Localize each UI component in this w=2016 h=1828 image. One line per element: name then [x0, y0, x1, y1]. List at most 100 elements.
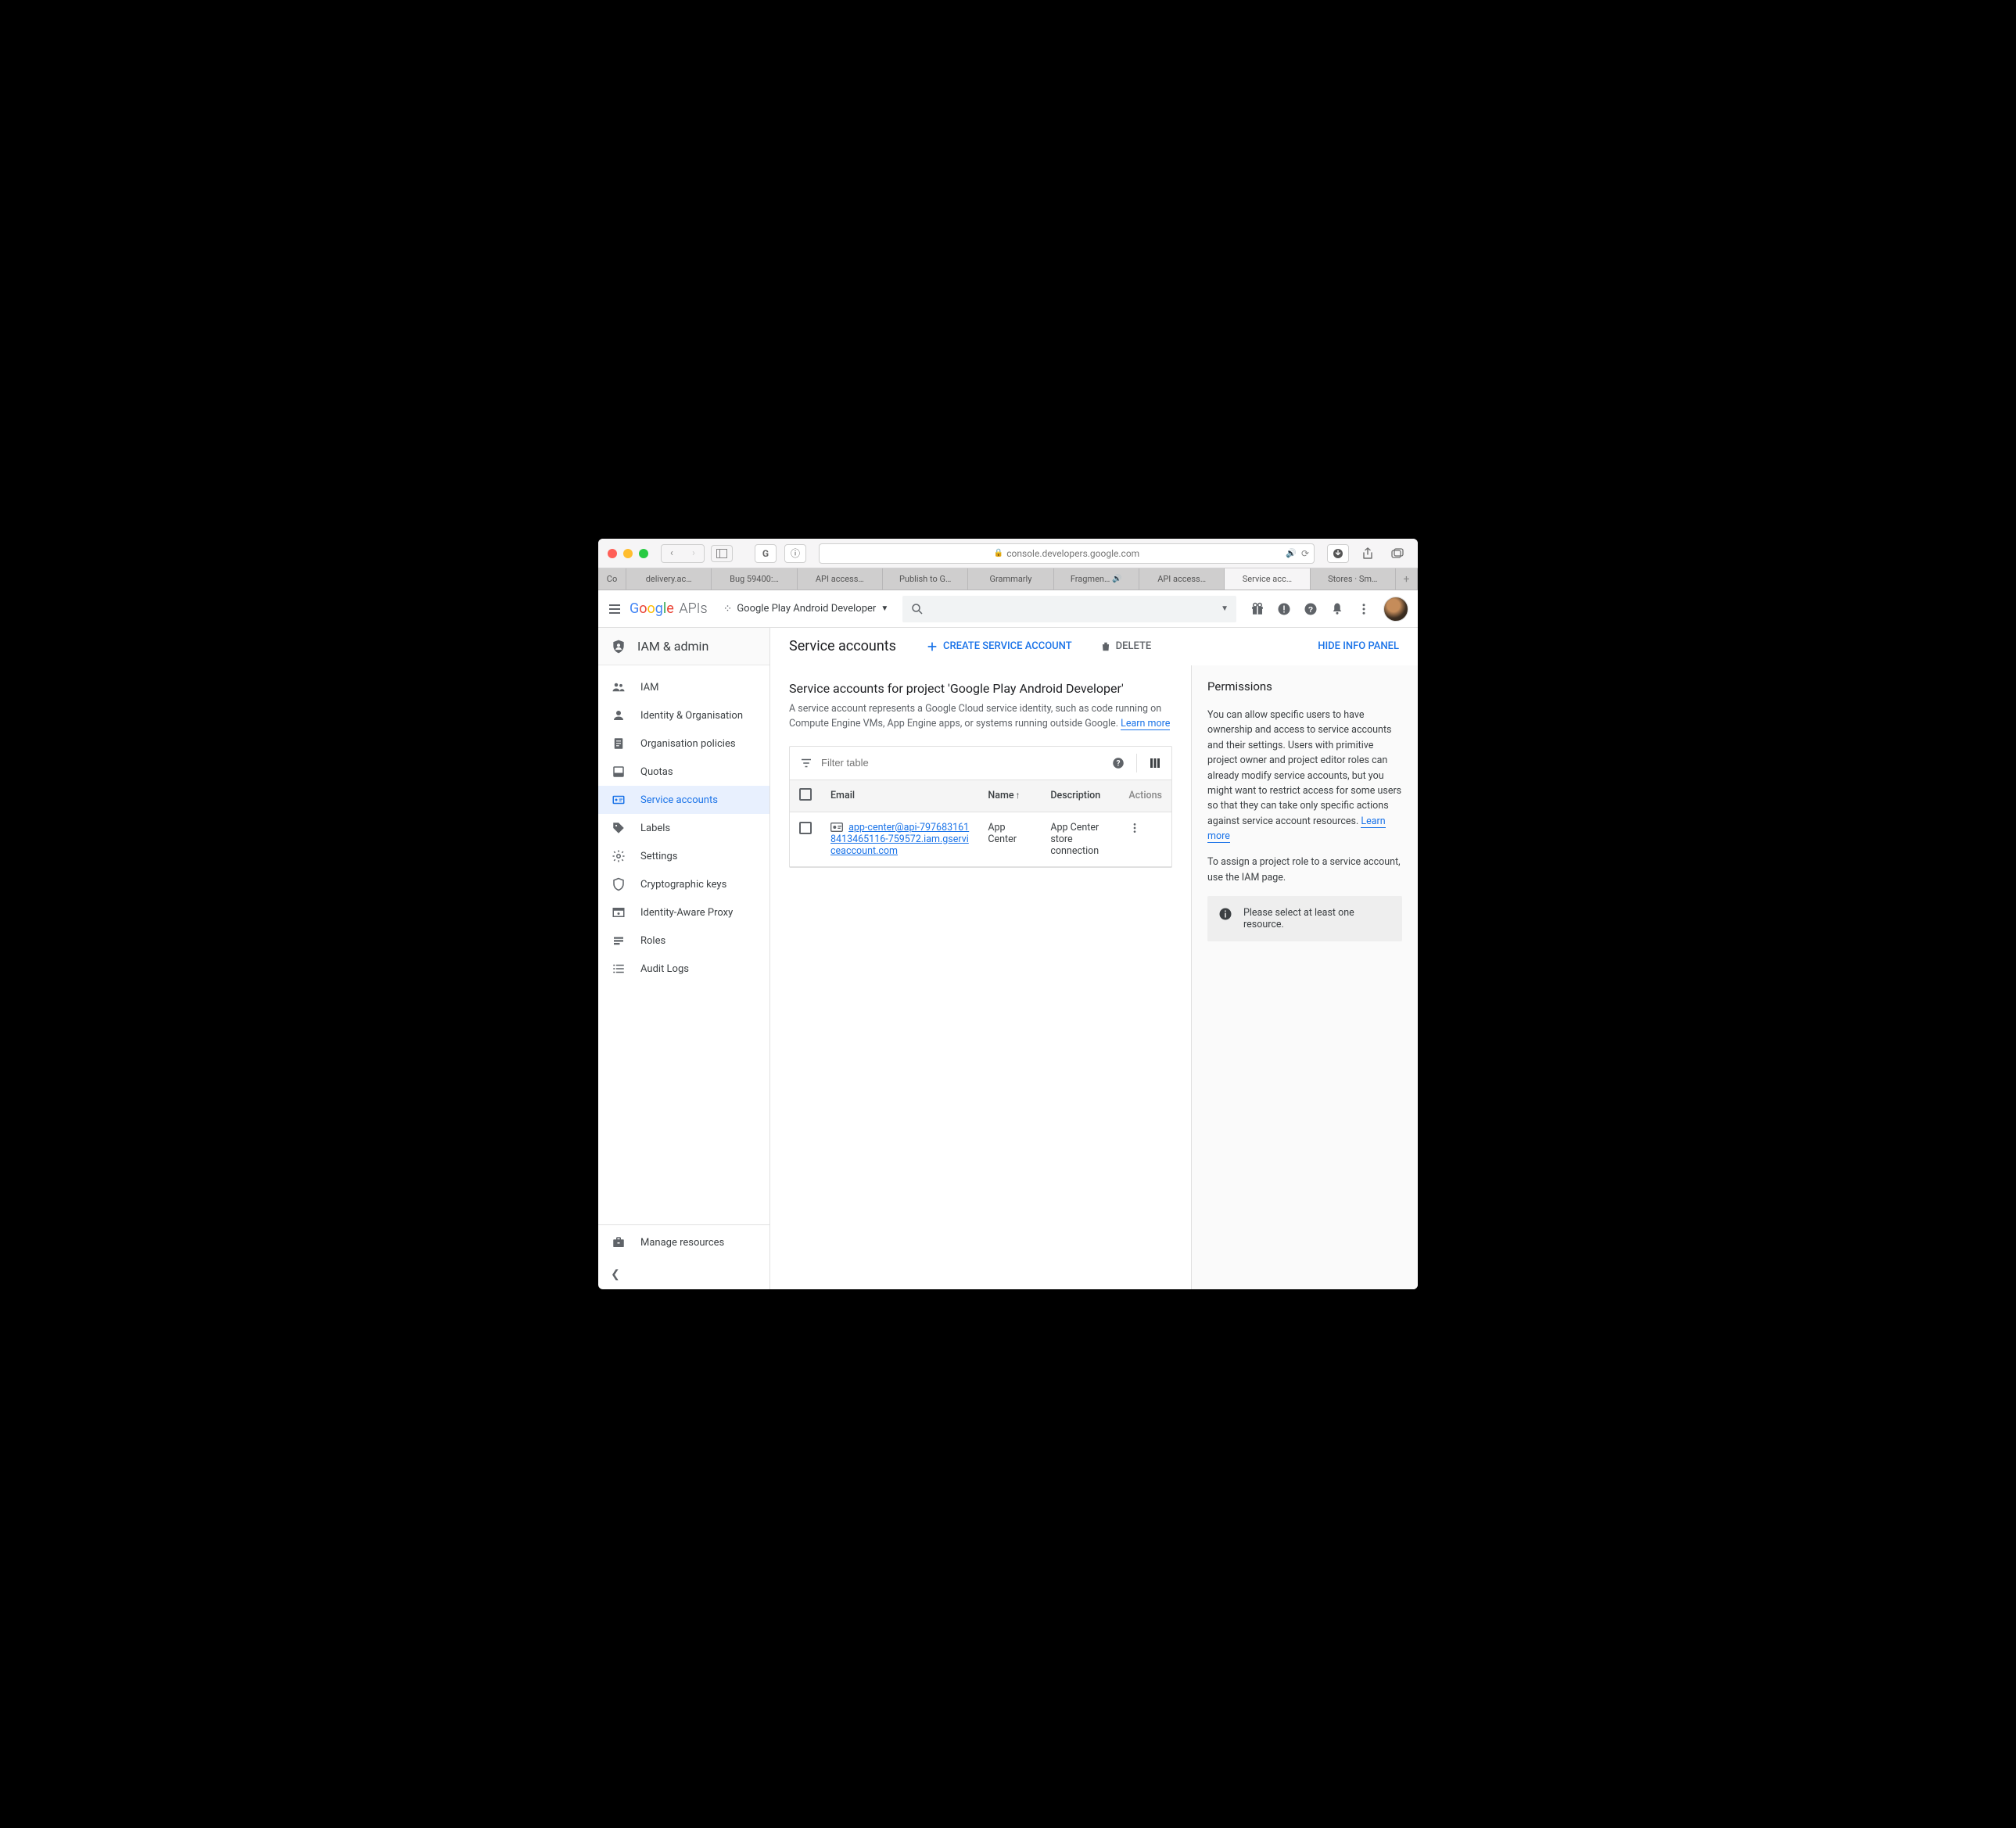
tab-9[interactable]: Stores · Sm… [1311, 568, 1396, 590]
gift-icon[interactable] [1250, 602, 1264, 616]
project-selector[interactable]: ⁘ Google Play Android Developer ▼ [723, 603, 889, 615]
extension-buttons: G ⓘ [755, 544, 806, 563]
tab-6[interactable]: Fragmen…🔊 [1054, 568, 1139, 590]
search-dropdown-icon[interactable]: ▼ [1221, 604, 1229, 613]
table-toolbar: ? [790, 747, 1171, 780]
row-name: App Center [978, 812, 1041, 866]
sidebar: IAM & admin IAM Identity & Organisation … [598, 628, 770, 1289]
tab-2[interactable]: Bug 59400:… [712, 568, 797, 590]
minimize-window-button[interactable] [623, 549, 633, 558]
sidebar-item-quotas[interactable]: Quotas [598, 758, 769, 786]
titlebar-right-tools [1327, 544, 1408, 563]
reload-icon[interactable]: ⟳ [1301, 548, 1309, 559]
col-actions: Actions [1119, 780, 1171, 812]
tab-3[interactable]: API access… [798, 568, 883, 590]
tab-4[interactable]: Publish to G… [883, 568, 968, 590]
svg-text:?: ? [1308, 604, 1313, 614]
service-account-email-link[interactable]: app-center@api-7976831618413465116-75957… [830, 822, 969, 857]
info-icon [1218, 907, 1232, 921]
tabs-overview-button[interactable] [1386, 544, 1408, 563]
forward-button[interactable]: › [683, 545, 704, 562]
service-account-badge-icon [830, 822, 845, 833]
shield-icon [611, 639, 626, 654]
sound-icon[interactable]: 🔊 [1286, 548, 1297, 559]
sort-asc-icon: ↑ [1016, 790, 1021, 801]
search-field[interactable]: ▼ [902, 596, 1236, 622]
share-button[interactable] [1357, 544, 1379, 563]
sidebar-item-iap[interactable]: Identity-Aware Proxy [598, 898, 769, 927]
sidebar-item-settings[interactable]: Settings [598, 842, 769, 870]
notice-text: Please select at least one resource. [1243, 907, 1391, 930]
user-avatar[interactable] [1383, 597, 1408, 622]
project-icon: ⁘ [723, 603, 733, 615]
document-icon [611, 737, 626, 751]
page-title: Service accounts [789, 638, 896, 654]
service-account-icon [611, 793, 626, 807]
create-service-account-button[interactable]: CREATE SERVICE ACCOUNT [920, 636, 1078, 658]
maximize-window-button[interactable] [639, 549, 648, 558]
hide-info-panel-button[interactable]: HIDE INFO PANEL [1318, 640, 1399, 652]
collapse-sidebar-button[interactable]: ❮ [598, 1260, 769, 1289]
info-panel-p2: To assign a project role to a service ac… [1207, 855, 1402, 885]
google-apis-logo[interactable]: Google APIs [630, 600, 708, 617]
table-row: app-center@api-7976831618413465116-75957… [790, 812, 1171, 866]
url-bar[interactable]: 🔒 console.developers.google.com 🔊 ⟳ [819, 543, 1315, 564]
extension-1-button[interactable]: G [755, 544, 777, 563]
close-window-button[interactable] [608, 549, 617, 558]
col-description[interactable]: Description [1041, 780, 1119, 812]
notice-box: Please select at least one resource. [1207, 896, 1402, 941]
browser-window: ‹ › G ⓘ 🔒 console.developers.google.com … [598, 539, 1418, 1289]
tab-1[interactable]: delivery.ac… [626, 568, 712, 590]
extension-2-button[interactable]: ⓘ [784, 544, 806, 563]
info-panel: Permissions You can allow specific users… [1191, 665, 1418, 1289]
sidebar-item-iam[interactable]: IAM [598, 673, 769, 701]
sidebar-item-service-accounts[interactable]: Service accounts [598, 786, 769, 814]
sidebar-item-manage-resources[interactable]: Manage resources [598, 1225, 769, 1260]
sidebar-footer: Manage resources ❮ [598, 1224, 769, 1289]
people-icon [611, 680, 626, 694]
sidebar-item-identity-org[interactable]: Identity & Organisation [598, 701, 769, 729]
header-actions: ? [1250, 597, 1408, 622]
sidebar-item-audit-logs[interactable]: Audit Logs [598, 955, 769, 983]
app-body: IAM & admin IAM Identity & Organisation … [598, 628, 1418, 1289]
hamburger-menu-icon[interactable] [608, 602, 622, 616]
col-email[interactable]: Email [821, 780, 978, 812]
url-text: console.developers.google.com [1006, 548, 1139, 559]
sidebar-item-roles[interactable]: Roles [598, 927, 769, 955]
roles-icon [611, 934, 626, 948]
sidebar-nav: IAM Identity & Organisation Organisation… [598, 665, 769, 1224]
back-button[interactable]: ‹ [662, 545, 682, 562]
sidebar-item-labels[interactable]: Labels [598, 814, 769, 842]
tab-0[interactable]: Co [598, 568, 626, 590]
sidebar-toggle-button[interactable] [711, 545, 733, 562]
more-icon[interactable] [1357, 602, 1371, 616]
filter-icon[interactable] [799, 756, 813, 770]
learn-more-link[interactable]: Learn more [1121, 718, 1170, 730]
table-help-icon[interactable]: ? [1111, 756, 1125, 770]
browser-tabs: Co delivery.ac… Bug 59400:… API access… … [598, 568, 1418, 590]
new-tab-button[interactable]: + [1396, 568, 1418, 590]
select-all-checkbox[interactable] [799, 788, 812, 801]
delete-button[interactable]: DELETE [1094, 636, 1158, 658]
tab-sound-icon: 🔊 [1112, 575, 1121, 583]
tab-5[interactable]: Grammarly [968, 568, 1053, 590]
info-panel-title: Permissions [1207, 679, 1402, 694]
filter-input[interactable] [821, 757, 1103, 769]
downloads-button[interactable] [1327, 544, 1349, 563]
row-checkbox[interactable] [799, 822, 812, 834]
tab-7[interactable]: API access… [1139, 568, 1225, 590]
quota-icon [611, 765, 626, 779]
row-actions-button[interactable] [1119, 812, 1171, 866]
sidebar-item-crypto-keys[interactable]: Cryptographic keys [598, 870, 769, 898]
tab-8[interactable]: Service acc… [1225, 568, 1310, 590]
project-name: Google Play Android Developer [737, 603, 876, 615]
columns-icon[interactable] [1148, 756, 1162, 770]
trash-icon [1100, 640, 1111, 653]
alert-icon[interactable] [1277, 602, 1291, 616]
chevron-left-icon: ❮ [611, 1268, 620, 1281]
sidebar-item-org-policies[interactable]: Organisation policies [598, 729, 769, 758]
help-icon[interactable]: ? [1304, 602, 1318, 616]
notifications-icon[interactable] [1330, 602, 1344, 616]
lock-icon: 🔒 [994, 549, 1003, 557]
col-name[interactable]: Name↑ [978, 780, 1041, 812]
